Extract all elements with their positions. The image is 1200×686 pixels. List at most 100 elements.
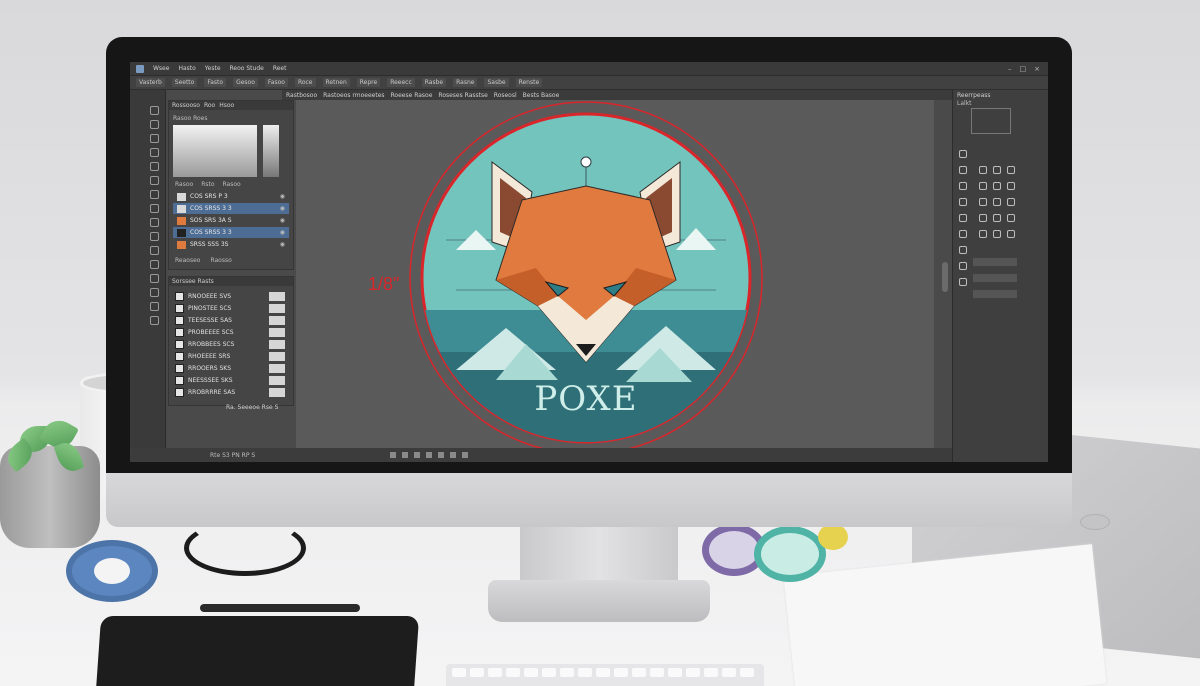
option-button[interactable]: Rasne (453, 78, 478, 87)
panel-tool-icon[interactable] (959, 246, 967, 254)
sub-tab[interactable]: Rsto (201, 181, 214, 188)
canvas-scrollbar[interactable] (942, 262, 948, 292)
panel-tool-icon[interactable] (959, 150, 967, 158)
tool-icon[interactable] (150, 232, 159, 241)
tool-icon[interactable] (150, 190, 159, 199)
tool-icon[interactable] (150, 302, 159, 311)
tool-icon[interactable] (150, 260, 159, 269)
canvas[interactable]: POXE 1/8" (296, 100, 934, 448)
tool-icon[interactable] (150, 218, 159, 227)
panel-tool-icon[interactable] (993, 198, 1001, 206)
panel-field[interactable] (973, 274, 1017, 282)
panel-tool-icon[interactable] (959, 166, 967, 174)
document-tab[interactable]: Roseses Rasstse (438, 92, 487, 99)
tool-icon[interactable] (150, 288, 159, 297)
panel-tool-icon[interactable] (979, 214, 987, 222)
panel-tool-icon[interactable] (959, 230, 967, 238)
panel-tool-icon[interactable] (1007, 198, 1015, 206)
menu-item[interactable]: Hasto (178, 65, 195, 72)
style-row[interactable]: TEESESSE SAS (175, 315, 285, 326)
style-row[interactable]: RNOOEEE SVS (175, 291, 285, 302)
option-button[interactable]: Fasoo (264, 78, 288, 87)
panel-tool-icon[interactable] (979, 182, 987, 190)
menu-item[interactable]: Wsee (153, 65, 169, 72)
option-button[interactable]: Repre (356, 78, 381, 87)
status-icon[interactable] (402, 452, 408, 458)
option-button[interactable]: Retnen (322, 78, 350, 87)
panel-tool-icon[interactable] (1007, 230, 1015, 238)
style-row[interactable]: PROBEEEE SCS (175, 327, 285, 338)
style-row[interactable]: PINOSTEE SCS (175, 303, 285, 314)
eye-icon[interactable]: ◉ (280, 241, 285, 248)
tool-icon[interactable] (150, 204, 159, 213)
sub-tab[interactable]: Rasoo (175, 181, 193, 188)
properties-widget[interactable] (971, 108, 1011, 134)
option-button[interactable]: Roce (294, 78, 316, 87)
panel-tool-icon[interactable] (1007, 214, 1015, 222)
tool-icon[interactable] (150, 148, 159, 157)
panel-tool-icon[interactable] (993, 214, 1001, 222)
status-icon[interactable] (390, 452, 396, 458)
panel-tab[interactable]: Roo (204, 102, 215, 109)
panel-tab[interactable]: Hsoo (219, 102, 234, 109)
tool-icon[interactable] (150, 134, 159, 143)
panel-tool-icon[interactable] (1007, 166, 1015, 174)
panel-field[interactable] (973, 290, 1017, 298)
panel-tool-icon[interactable] (959, 182, 967, 190)
status-icon[interactable] (438, 452, 444, 458)
status-icon[interactable] (462, 452, 468, 458)
document-tab[interactable]: Bests Basoe (523, 92, 560, 99)
document-tab[interactable]: Rastoeos rmoeeetes (323, 92, 384, 99)
panel-tool-icon[interactable] (993, 166, 1001, 174)
style-row[interactable]: RROBRRRE SAS (175, 387, 285, 398)
panel-field[interactable] (973, 258, 1017, 266)
tool-icon[interactable] (150, 246, 159, 255)
menu-item[interactable]: Reet (273, 65, 287, 72)
document-tab[interactable]: Roeese Rasoe (391, 92, 433, 99)
window-close-icon[interactable]: × (1034, 65, 1040, 73)
panel-tool-icon[interactable] (959, 262, 967, 270)
tool-icon[interactable] (150, 176, 159, 185)
style-row[interactable]: NEESSSEE SKS (175, 375, 285, 386)
sub-tab[interactable]: Rasoo (223, 181, 241, 188)
option-button[interactable]: Sasbe (484, 78, 509, 87)
panel-tab[interactable]: Rossooso (172, 102, 200, 109)
document-tab[interactable]: Rastbosoo (286, 92, 317, 99)
document-tab[interactable]: Roseosl (494, 92, 517, 99)
tool-icon[interactable] (150, 162, 159, 171)
status-icon[interactable] (450, 452, 456, 458)
option-button[interactable]: Fasto (204, 78, 227, 87)
tool-icon[interactable] (150, 274, 159, 283)
style-row[interactable]: RROOERS SKS (175, 363, 285, 374)
option-button[interactable]: Rasbe (421, 78, 447, 87)
layer-row[interactable]: SOS SRS 3A S ◉ (173, 215, 289, 226)
menu-item[interactable]: Reoo Stude (230, 65, 264, 72)
tool-icon[interactable] (150, 106, 159, 115)
panel-tool-icon[interactable] (993, 230, 1001, 238)
status-icon[interactable] (426, 452, 432, 458)
option-button[interactable]: Renste (515, 78, 543, 87)
style-row[interactable]: RHOEEEE SRS (175, 351, 285, 362)
window-maximize-icon[interactable]: □ (1020, 65, 1027, 73)
style-row[interactable]: RROBBEES SCS (175, 339, 285, 350)
menu-item[interactable]: Yeste (205, 65, 221, 72)
option-button[interactable]: Gesoo (233, 78, 258, 87)
layer-row[interactable]: COS SRSS 3 3 ◉ (173, 227, 289, 238)
window-minimize-icon[interactable]: – (1008, 65, 1012, 73)
option-button[interactable]: Reeecc (387, 78, 415, 87)
tool-icon[interactable] (150, 120, 159, 129)
tool-icon[interactable] (150, 316, 159, 325)
layers-footer-button[interactable]: Reaoseo (175, 257, 200, 264)
eye-icon[interactable]: ◉ (280, 193, 285, 200)
eye-icon[interactable]: ◉ (280, 229, 285, 236)
panel-tool-icon[interactable] (959, 198, 967, 206)
option-button[interactable]: Seetto (171, 78, 198, 87)
panel-tool-icon[interactable] (979, 166, 987, 174)
eye-icon[interactable]: ◉ (280, 217, 285, 224)
layer-row[interactable]: COS SRS P 3 ◉ (173, 191, 289, 202)
panel-tool-icon[interactable] (993, 182, 1001, 190)
layer-row[interactable]: COS SRSS 3 3 ◉ (173, 203, 289, 214)
panel-tool-icon[interactable] (1007, 182, 1015, 190)
eye-icon[interactable]: ◉ (280, 205, 285, 212)
panel-tool-icon[interactable] (959, 278, 967, 286)
